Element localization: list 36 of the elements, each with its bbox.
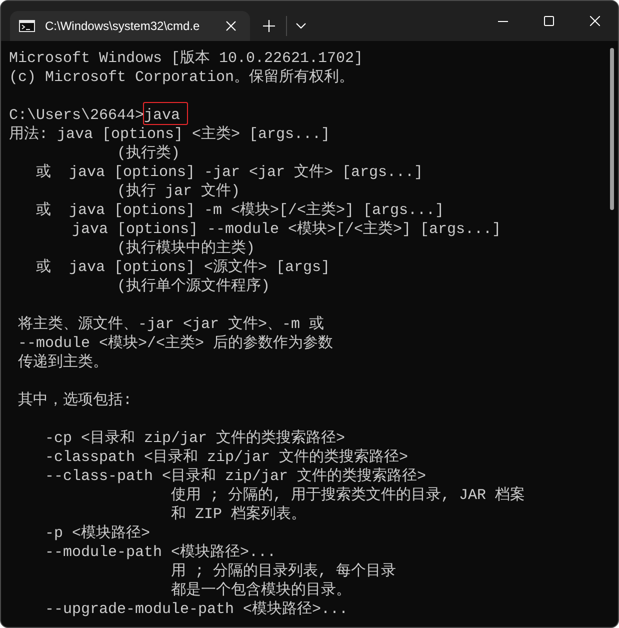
console-line: 使用 ; 分隔的, 用于搜索类文件的目录, JAR 档案 — [171, 486, 526, 505]
close-icon[interactable] — [590, 16, 600, 26]
console-line: 都是一个包含模块的目录。 — [171, 581, 352, 600]
console-line: --module <模块>/<主类> 后的参数作为参数 — [18, 334, 334, 353]
console-line: -p <模块路径> — [45, 524, 150, 543]
console-line: (执行单个源文件程序) — [117, 277, 270, 296]
console-line: 其中，选项包括: — [18, 391, 132, 410]
console-line: -classpath <目录和 zip/jar 文件的类搜索路径> — [45, 448, 408, 467]
console-line: (执行模块中的主类) — [117, 239, 256, 258]
console-line: 用 ; 分隔的目录列表, 每个目录 — [171, 562, 396, 581]
console-line: 将主类、源文件、-jar <jar 文件>、-m 或 — [18, 315, 324, 334]
console-line: -cp <目录和 zip/jar 文件的类搜索路径> — [45, 429, 346, 448]
console-line: 或 java [options] <源文件> [args] — [36, 258, 330, 277]
maximize-icon[interactable] — [544, 16, 554, 26]
console-line: 用法: java [options] <主类> [args...] — [9, 125, 330, 144]
console-line: 传递到主类。 — [18, 353, 108, 372]
console-line: (执行 jar 文件) — [117, 182, 240, 201]
console-line: --module-path <模块路径>... — [45, 543, 276, 562]
console-line: java [options] --module <模块>[/<主类>] [args...] — [72, 220, 502, 239]
command-text: java — [144, 107, 180, 124]
console-line: --upgrade-module-path <模块路径>... — [45, 600, 348, 619]
scrollbar-thumb[interactable] — [610, 48, 614, 210]
console-line: 或 java [options] -m <模块>[/<主类>] [args...] — [36, 201, 444, 220]
console-line: (c) Microsoft Corporation。保留所有权利。 — [9, 68, 354, 87]
console-line: 或 java [options] -jar <jar 文件> [args...] — [36, 163, 424, 182]
console-line: 和 ZIP 档案列表。 — [171, 505, 306, 524]
close-icon[interactable] — [226, 21, 236, 31]
terminal-window-icon — [19, 20, 35, 32]
prompt-text: C:\Users\26644> — [9, 107, 144, 124]
chevron-down-icon[interactable] — [296, 23, 306, 29]
console-line: (执行类) — [117, 144, 180, 163]
plus-icon[interactable] — [263, 20, 275, 32]
minimize-icon[interactable] — [498, 20, 508, 22]
console-line: --class-path <目录和 zip/jar 文件的类搜索路径> — [45, 467, 426, 486]
console-line: Microsoft Windows [版本 10.0.22621.1702] — [9, 49, 364, 68]
tab[interactable]: C:\Windows\system32\cmd.e — [10, 11, 250, 41]
